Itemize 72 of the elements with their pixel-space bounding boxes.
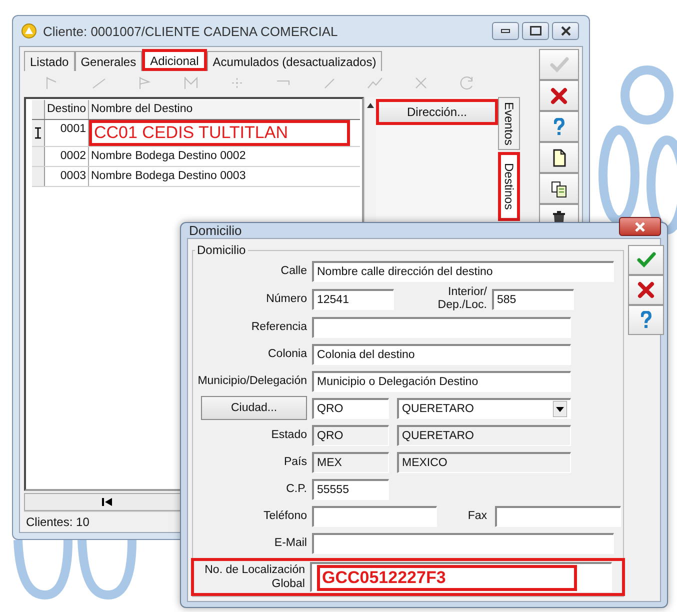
maximize-button[interactable] (522, 22, 549, 40)
check-icon (636, 250, 656, 270)
maximize-icon (530, 26, 542, 36)
field-label: Fax (466, 510, 487, 522)
field-label: Colonia (267, 348, 307, 360)
input-field[interactable]: 585 (492, 288, 574, 310)
copy-button[interactable] (539, 173, 579, 204)
field-label: País (282, 456, 307, 468)
input-field[interactable] (312, 532, 614, 554)
highlighted-value: GCC0512227F3 (317, 564, 577, 590)
city-button[interactable]: Ciudad... (201, 396, 307, 420)
accept-button[interactable] (628, 245, 664, 275)
close-icon (636, 280, 656, 300)
field-label: Estado (270, 429, 307, 441)
dropdown-arrow-icon[interactable] (553, 400, 567, 416)
side-tab[interactable]: Eventos (498, 97, 520, 150)
window-title: Cliente: 0001007/CLIENTE CADENA COMERCIAL (43, 24, 339, 38)
input-field[interactable] (312, 506, 437, 526)
help-icon (640, 311, 652, 329)
table-cell: CC01 CEDIS TULTITLAN (89, 120, 350, 146)
table-cell: 0003 (45, 167, 89, 186)
dialog-title: Domicilio (188, 223, 242, 238)
field-label: Calle (280, 265, 307, 277)
scroll-up-icon[interactable] (367, 103, 374, 108)
close-icon (560, 26, 570, 36)
input-field[interactable]: 55555 (312, 478, 389, 500)
close-icon (634, 220, 646, 232)
text-cursor-icon (34, 127, 42, 139)
copy-icon (549, 178, 569, 198)
minimize-button[interactable] (492, 22, 519, 40)
input-field[interactable]: Nombre calle dirección del destino (312, 260, 614, 282)
input-field[interactable]: GCC0512227F3 (310, 562, 612, 592)
first-record-icon (102, 498, 112, 506)
cancel-button[interactable] (628, 275, 664, 305)
field-label: Referencia (250, 321, 307, 333)
table-cell-text: Nombre Bodega Destino 0003 (90, 169, 247, 184)
row-selector[interactable] (32, 120, 45, 146)
close-button[interactable] (552, 22, 579, 40)
dropdown[interactable]: QUERETARO (397, 398, 571, 418)
tab[interactable]: Generales (74, 51, 142, 71)
group-label: Domicilio (196, 243, 247, 257)
input-field[interactable]: QRO (312, 398, 389, 418)
field-label: C.P. (285, 483, 307, 495)
field-label: E-Mail (273, 537, 307, 549)
input-field[interactable]: Municipio o Delegación Destino (312, 370, 571, 392)
check-icon (549, 54, 569, 74)
tab[interactable]: Adicional (142, 49, 207, 71)
close-icon (549, 86, 569, 106)
column-header: Destino (45, 100, 89, 119)
field-label: Teléfono (262, 510, 307, 522)
app-icon (21, 23, 37, 39)
field-label: No. de Localización Global (204, 563, 305, 591)
help-button[interactable] (628, 305, 664, 335)
field-label: Municipio/Delegación (196, 375, 307, 387)
help-button[interactable] (539, 111, 579, 142)
input-field[interactable]: 12541 (312, 288, 394, 310)
input-field[interactable]: Colonia del destino (312, 344, 571, 364)
address-button[interactable]: Dirección... (376, 99, 498, 125)
input-field[interactable] (495, 506, 621, 526)
side-tab[interactable]: Destinos (498, 152, 520, 222)
new-button[interactable] (539, 142, 579, 173)
cancel-button[interactable] (539, 80, 579, 111)
table-cell: 0002 (45, 147, 89, 166)
field-label: Interior/ Dep./Loc. (436, 286, 487, 312)
close-button[interactable] (619, 217, 661, 236)
tab[interactable]: Acumulados (desactualizados) (206, 51, 382, 71)
help-icon (554, 118, 564, 136)
minimize-icon (501, 29, 510, 33)
table-cell-text: Nombre Bodega Destino 0002 (90, 149, 247, 164)
input-field[interactable] (312, 316, 571, 338)
field-label: Número (265, 293, 307, 305)
tab[interactable]: Listado (24, 51, 75, 71)
